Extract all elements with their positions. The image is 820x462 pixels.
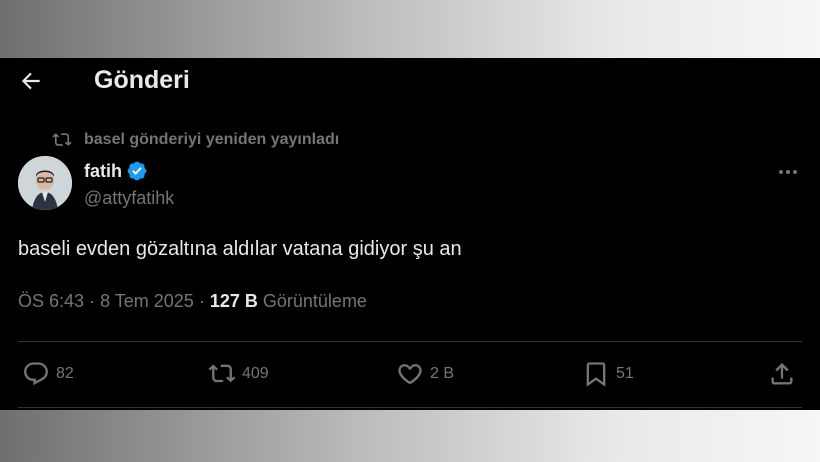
repost-text: basel gönderiyi yeniden yayınladı (84, 131, 340, 148)
share-button[interactable] (768, 360, 796, 388)
reply-button[interactable]: 82 (22, 360, 74, 388)
bookmark-button[interactable]: 51 (582, 360, 634, 388)
bottom-background-band (0, 410, 820, 462)
like-count: 2 B (430, 365, 455, 382)
verified-badge-icon (127, 161, 147, 181)
reply-icon (24, 362, 48, 386)
reply-count: 82 (56, 365, 74, 382)
more-options-icon[interactable] (776, 162, 800, 182)
tweet-date[interactable]: 8 Tem 2025 (100, 291, 194, 311)
post-header: Gönderi (0, 58, 820, 104)
tweet-time[interactable]: ÖS 6:43 (18, 291, 84, 311)
repost-count: 409 (242, 365, 269, 382)
tweet-meta: ÖS 6:43 · 8 Tem 2025 · 127 B Görüntüleme (18, 291, 367, 312)
views-label: Görüntüleme (262, 291, 367, 311)
author-name-row: fatih (84, 160, 148, 182)
tweet-text: baseli evden gözaltına aldılar vatana gi… (18, 238, 462, 260)
post-panel: Gönderi basel gönderiyi yeniden yayınlad… (0, 58, 820, 410)
meta-separator: · (89, 291, 101, 311)
views-count: 127 B (209, 291, 258, 311)
action-bar: 82 409 2 B 51 (0, 354, 820, 394)
repost-indicator: basel gönderiyi yeniden yayınladı (52, 130, 339, 150)
repost-button[interactable]: 409 (208, 360, 269, 388)
repost-icon (52, 133, 72, 146)
page-title: Gönderi (94, 66, 190, 94)
top-background-band (0, 0, 820, 58)
heart-icon (398, 364, 422, 384)
divider (18, 341, 802, 342)
author-handle[interactable]: @attyfatihk (84, 188, 174, 209)
bookmark-count: 51 (616, 365, 634, 382)
bookmark-icon (586, 362, 606, 387)
meta-separator: · (198, 291, 210, 311)
like-button[interactable]: 2 B (396, 360, 454, 388)
share-icon (771, 363, 793, 385)
repost-icon (208, 364, 236, 383)
divider (18, 407, 802, 408)
back-arrow-icon[interactable] (18, 68, 44, 94)
avatar[interactable] (18, 156, 72, 210)
author-display-name[interactable]: fatih (84, 161, 122, 182)
